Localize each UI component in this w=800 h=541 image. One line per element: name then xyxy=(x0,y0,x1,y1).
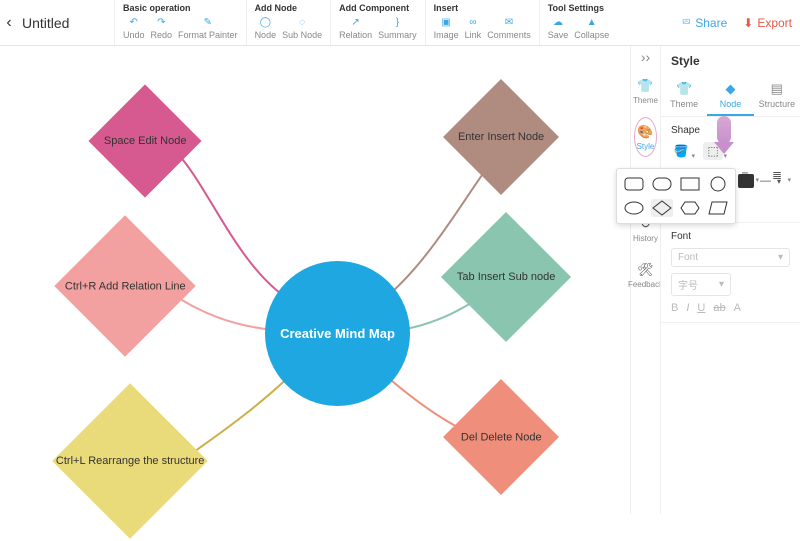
insert-comments-button[interactable]: ✉Comments xyxy=(487,15,531,40)
fill-color-button[interactable]: 🪣▾ xyxy=(671,142,691,160)
add-node-button[interactable]: ◯Node xyxy=(255,15,277,40)
redo-icon: ↷ xyxy=(154,15,168,29)
chevron-down-icon: ▾ xyxy=(778,252,783,263)
summary-button[interactable]: }Summary xyxy=(378,15,417,40)
font-format-row: B I U ab A xyxy=(671,302,790,314)
top-toolbar: ‹ Untitled Basic operation ↶Undo ↷Redo ✎… xyxy=(0,0,800,46)
toolbar-group-insert: Insert ▣Image ∞Link ✉Comments xyxy=(425,0,539,45)
shape-popover xyxy=(616,168,736,224)
link-icon: ∞ xyxy=(466,15,480,29)
tab-node[interactable]: ◆Node xyxy=(707,76,753,116)
palette-icon: 🎨 xyxy=(637,124,653,140)
relation-icon: ↗ xyxy=(349,15,363,29)
comments-icon: ✉ xyxy=(502,15,516,29)
shirt-icon: 👕 xyxy=(676,81,692,97)
share-button[interactable]: ⮹Share xyxy=(674,0,736,45)
cloud-icon: ☁ xyxy=(551,15,565,29)
mindmap-canvas[interactable]: Creative Mind Map Space Edit Node Ctrl+R… xyxy=(0,46,630,514)
panel-tabs: 👕Theme ◆Node ▤Structure xyxy=(661,76,800,117)
node-ctrl-r[interactable]: Ctrl+R Add Relation Line xyxy=(54,215,195,356)
shape-parallelogram[interactable] xyxy=(707,199,729,217)
font-family-select[interactable]: Font▾ xyxy=(671,248,790,267)
shape-rect[interactable] xyxy=(679,175,701,193)
sidenav-theme[interactable]: 👕Theme xyxy=(631,68,660,114)
toolbar-group-tools: Tool Settings ☁Save ▲Collapse xyxy=(539,0,618,45)
chevron-down-icon: ▾ xyxy=(719,279,724,290)
width-indicator: —▾ xyxy=(738,174,781,188)
toolbar-group-component: Add Component ↗Relation }Summary xyxy=(330,0,425,45)
export-button[interactable]: ⬇Export xyxy=(735,0,800,45)
node-space-edit[interactable]: Space Edit Node xyxy=(88,84,201,197)
undo-icon: ↶ xyxy=(127,15,141,29)
node-tab-icon: ◆ xyxy=(725,81,735,97)
undo-button[interactable]: ↶Undo xyxy=(123,15,145,40)
shape-diamond[interactable] xyxy=(651,199,673,217)
subnode-icon: ◌ xyxy=(295,15,309,29)
underline-button[interactable]: U xyxy=(697,302,705,314)
toolbar-group-addnode: Add Node ◯Node ◌Sub Node xyxy=(246,0,331,45)
central-node[interactable]: Creative Mind Map xyxy=(265,261,410,406)
callout-arrow xyxy=(714,116,734,156)
sidenav-style[interactable]: 🎨Style xyxy=(631,114,660,160)
italic-button[interactable]: I xyxy=(686,302,689,314)
node-enter[interactable]: Enter Insert Node xyxy=(443,79,559,195)
tab-structure[interactable]: ▤Structure xyxy=(754,76,800,116)
format-painter-button[interactable]: ✎Format Painter xyxy=(178,15,238,40)
document-title[interactable]: Untitled xyxy=(18,0,114,45)
sidenav-feedback[interactable]: 🛠Feedback xyxy=(631,252,660,298)
strike-button[interactable]: ab xyxy=(713,302,725,314)
shape-ellipse[interactable] xyxy=(623,199,645,217)
panel-title: Style xyxy=(661,46,800,76)
insert-image-button[interactable]: ▣Image xyxy=(434,15,459,40)
node-ctrl-l[interactable]: Ctrl+L Rearrange the structure xyxy=(52,383,208,539)
toolbar-group-basic: Basic operation ↶Undo ↷Redo ✎Format Pain… xyxy=(114,0,246,45)
share-icon: ⮹ xyxy=(682,15,692,30)
node-tab[interactable]: Tab Insert Sub node xyxy=(441,212,571,342)
shape-circle[interactable] xyxy=(707,175,729,193)
shape-hexagon[interactable] xyxy=(679,199,701,217)
collapse-panel-button[interactable]: ›› xyxy=(631,46,660,68)
bold-button[interactable]: B xyxy=(671,302,678,314)
image-icon: ▣ xyxy=(439,15,453,29)
bucket-icon: 🪣 xyxy=(674,144,689,158)
side-nav: ›› 👕Theme 🎨Style ☺Icon ↻History 🛠Feedbac… xyxy=(630,46,660,514)
save-button[interactable]: ☁Save xyxy=(548,15,569,40)
font-size-select[interactable]: 字号▾ xyxy=(671,273,731,296)
structure-icon: ▤ xyxy=(771,81,783,97)
wrench-icon: 🛠 xyxy=(637,262,654,278)
insert-link-button[interactable]: ∞Link xyxy=(465,15,482,40)
export-icon: ⬇ xyxy=(743,16,753,30)
brush-icon: ✎ xyxy=(201,15,215,29)
collapse-button[interactable]: ▲Collapse xyxy=(574,15,609,40)
tab-theme[interactable]: 👕Theme xyxy=(661,76,707,116)
shape-roundrect[interactable] xyxy=(623,175,645,193)
summary-icon: } xyxy=(390,15,404,29)
shirt-icon: 👕 xyxy=(637,78,653,94)
relation-button[interactable]: ↗Relation xyxy=(339,15,372,40)
node-del[interactable]: Del Delete Node xyxy=(443,379,559,495)
back-button[interactable]: ‹ xyxy=(0,0,18,45)
font-color-button[interactable]: A xyxy=(734,302,741,314)
shape-pill[interactable] xyxy=(651,175,673,193)
add-subnode-button[interactable]: ◌Sub Node xyxy=(282,15,322,40)
font-section: Font Font▾ 字号▾ B I U ab A xyxy=(661,223,800,323)
node-icon: ◯ xyxy=(258,15,272,29)
collapse-icon: ▲ xyxy=(585,15,599,29)
redo-button[interactable]: ↷Redo xyxy=(151,15,173,40)
